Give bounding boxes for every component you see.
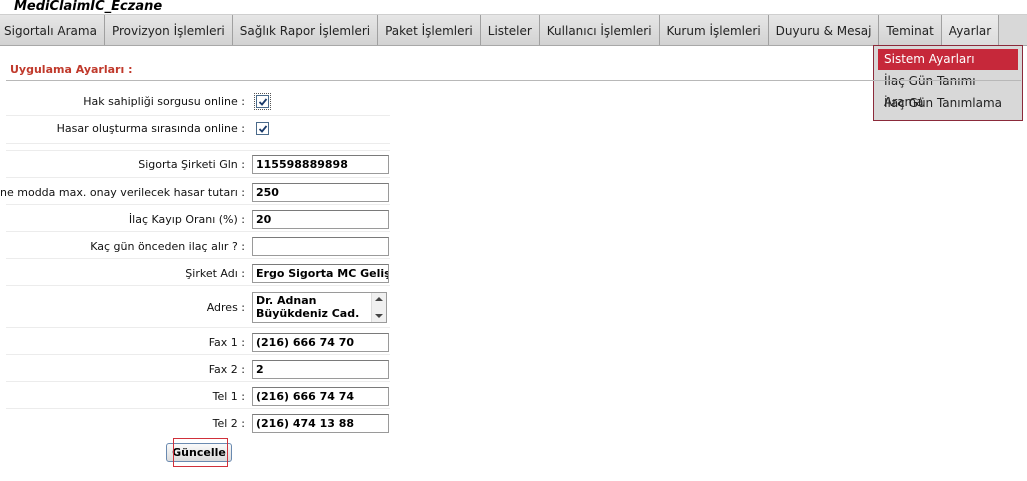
label-kac-gun: Kaç gün önceden ilaç alır ? : <box>90 240 245 253</box>
row-divider <box>6 258 390 259</box>
menu-kurum-islemleri[interactable]: Kurum İşlemleri <box>659 15 769 45</box>
kac-gun-field[interactable] <box>252 237 389 256</box>
checkmark-icon <box>258 97 267 106</box>
section-title: Uygulama Ayarları : <box>10 63 133 76</box>
tel2-field[interactable]: (216) 474 13 88 <box>252 414 389 433</box>
menu-teminat[interactable]: Teminat <box>879 15 942 45</box>
sirket-adi-field[interactable]: Ergo Sigorta MC Geliştir <box>252 264 389 283</box>
scroll-down-arrow-icon[interactable] <box>375 314 383 318</box>
app-title: MediClaimIC_Eczane <box>14 0 163 14</box>
dropdown-item-sistem-ayarlari[interactable]: Sistem Ayarları <box>878 49 1018 70</box>
label-hasar-olusturma: Hasar oluşturma sırasında online : <box>56 122 245 135</box>
adres-scrollbar[interactable] <box>371 293 386 322</box>
update-button[interactable]: Güncelle <box>166 443 232 462</box>
label-fax2: Fax 2 : <box>208 363 245 376</box>
fax1-field[interactable]: (216) 666 74 70 <box>252 333 389 352</box>
ayarlar-dropdown: Sistem Ayarları İlaç Gün Tanımı Arama İl… <box>873 45 1023 121</box>
dropdown-item-ilac-gun-tanimlama[interactable]: İlaç Gün Tanımlama <box>878 93 1018 114</box>
label-hak-sahipligi: Hak sahipliği sorgusu online : <box>83 95 245 108</box>
row-divider <box>6 150 390 151</box>
label-tel1: Tel 1 : <box>212 390 245 403</box>
label-kayip-orani: İlaç Kayıp Oranı (%) : <box>128 213 245 226</box>
row-divider <box>6 143 390 144</box>
label-fax1: Fax 1 : <box>208 336 245 349</box>
label-tel2: Tel 2 : <box>212 417 245 430</box>
checkbox-hasar-olusturma[interactable] <box>256 122 269 135</box>
label-sirket-adi: Şirket Adı : <box>185 267 245 280</box>
label-adres: Adres : <box>206 301 245 314</box>
dropdown-item-ilac-gun-tanimi-arama[interactable]: İlaç Gün Tanımı Arama <box>878 71 1018 109</box>
adres-text: Dr. Adnan Büyükdeniz Cad. <box>256 294 360 320</box>
kayip-orani-field[interactable]: 20 <box>252 210 389 229</box>
scroll-up-arrow-icon[interactable] <box>375 297 383 301</box>
row-divider <box>6 354 390 355</box>
checkbox-hak-sahipligi[interactable] <box>254 93 271 110</box>
row-divider <box>6 285 390 286</box>
menu-sigortali-arama[interactable]: Sigortalı Arama <box>0 15 105 45</box>
section-divider <box>6 80 1021 81</box>
menu-paket-islemleri[interactable]: Paket İşlemleri <box>378 15 481 45</box>
row-divider <box>6 204 390 205</box>
checkmark-icon <box>258 124 267 133</box>
menu-ayarlar[interactable]: Ayarlar <box>941 15 1000 45</box>
menu-provizyon-islemleri[interactable]: Provizyon İşlemleri <box>104 15 233 45</box>
row-divider <box>6 177 390 178</box>
gln-field[interactable]: 115598889898 <box>252 155 389 174</box>
main-menu-bar: Sigortalı Arama Provizyon İşlemleri Sağl… <box>0 14 1027 46</box>
row-divider <box>6 408 390 409</box>
menu-kullanici-islemleri[interactable]: Kullanıcı İşlemleri <box>539 15 660 45</box>
row-divider <box>6 231 390 232</box>
label-gln: Sigorta Şirketi Gln : <box>138 158 245 171</box>
label-offline-max: Offline modda max. onay verilecek hasar … <box>0 186 245 199</box>
menu-saglik-rapor-islemleri[interactable]: Sağlık Rapor İşlemleri <box>232 15 379 45</box>
row-divider <box>6 381 390 382</box>
tel1-field[interactable]: (216) 666 74 74 <box>252 387 389 406</box>
menu-listeler[interactable]: Listeler <box>480 15 540 45</box>
fax2-field[interactable]: 2 <box>252 360 389 379</box>
adres-textarea[interactable]: Dr. Adnan Büyükdeniz Cad. <box>252 292 387 323</box>
row-divider <box>6 115 390 116</box>
offline-max-field[interactable]: 250 <box>252 183 389 202</box>
row-divider <box>6 327 390 328</box>
menu-duyuru-mesaj[interactable]: Duyuru & Mesaj <box>768 15 880 45</box>
